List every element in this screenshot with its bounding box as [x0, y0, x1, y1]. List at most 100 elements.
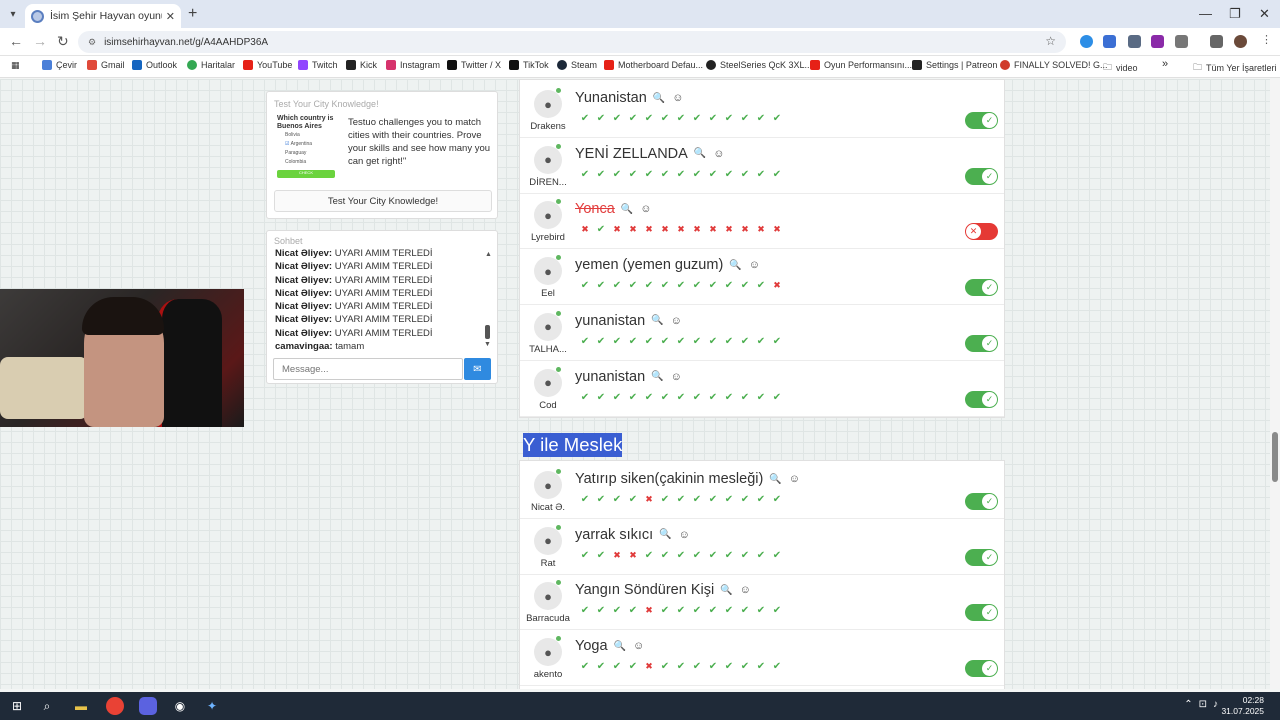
- bookmark-gmail[interactable]: Gmail: [87, 60, 125, 70]
- bookmark-kick[interactable]: Kick: [346, 60, 377, 70]
- vote-check-icon[interactable]: ✔: [737, 336, 753, 347]
- browser-tab[interactable]: İsim Şehir Hayvan oyununa katıl ✕: [25, 4, 181, 28]
- vote-check-icon[interactable]: ✔: [753, 494, 769, 505]
- vote-check-icon[interactable]: ✔: [769, 605, 785, 616]
- vote-check-icon[interactable]: ✔: [689, 392, 705, 403]
- emoji-icon[interactable]: ☺: [671, 371, 682, 383]
- page-scrollbar[interactable]: [1270, 79, 1280, 689]
- bookmark-outlook[interactable]: Outlook: [132, 60, 177, 70]
- bookmark-patreon[interactable]: Settings | Patreon: [912, 60, 997, 70]
- vote-check-icon[interactable]: ✔: [609, 661, 625, 672]
- vote-check-icon[interactable]: ✔: [641, 550, 657, 561]
- vote-check-icon[interactable]: ✔: [705, 336, 721, 347]
- validity-toggle[interactable]: [965, 223, 998, 241]
- bookmark-motherboard[interactable]: Motherboard Defau...: [604, 60, 703, 70]
- vote-check-icon[interactable]: ✔: [657, 392, 673, 403]
- bookmark-twitter[interactable]: Twitter / X: [447, 60, 501, 70]
- minimize-icon[interactable]: —: [1199, 6, 1212, 21]
- vote-check-icon[interactable]: ✔: [737, 661, 753, 672]
- vote-check-icon[interactable]: ✔: [673, 336, 689, 347]
- vote-check-icon[interactable]: ✔: [625, 113, 641, 124]
- search-icon[interactable]: 🔍: [729, 260, 741, 271]
- vote-check-icon[interactable]: ✔: [737, 280, 753, 291]
- scroll-up-icon[interactable]: ▲: [485, 251, 492, 258]
- vote-check-icon[interactable]: ✔: [609, 336, 625, 347]
- vote-x-icon[interactable]: ✖: [625, 224, 641, 235]
- validity-toggle[interactable]: [965, 604, 998, 622]
- vote-check-icon[interactable]: ✔: [753, 550, 769, 561]
- vote-x-icon[interactable]: ✖: [641, 661, 657, 672]
- bookmark-oyun[interactable]: Oyun Performansını...: [810, 60, 912, 70]
- obs-icon[interactable]: ◉: [171, 697, 189, 715]
- vote-check-icon[interactable]: ✔: [625, 280, 641, 291]
- vote-check-icon[interactable]: ✔: [753, 169, 769, 180]
- vote-check-icon[interactable]: ✔: [593, 280, 609, 291]
- validity-toggle[interactable]: [965, 390, 998, 408]
- vote-check-icon[interactable]: ✔: [769, 336, 785, 347]
- reading-list-icon[interactable]: [1210, 35, 1223, 48]
- vote-check-icon[interactable]: ✔: [577, 550, 593, 561]
- vote-check-icon[interactable]: ✔: [593, 550, 609, 561]
- vote-check-icon[interactable]: ✔: [721, 113, 737, 124]
- vote-x-icon[interactable]: ✖: [769, 280, 785, 291]
- bookmark-star-icon[interactable]: ☆: [1045, 34, 1056, 48]
- vote-check-icon[interactable]: ✔: [625, 661, 641, 672]
- vote-check-icon[interactable]: ✔: [673, 280, 689, 291]
- vote-check-icon[interactable]: ✔: [721, 169, 737, 180]
- search-icon[interactable]: 🔍: [694, 148, 706, 159]
- vote-check-icon[interactable]: ✔: [737, 605, 753, 616]
- vote-check-icon[interactable]: ✔: [721, 336, 737, 347]
- vote-check-icon[interactable]: ✔: [593, 336, 609, 347]
- vote-x-icon[interactable]: ✖: [705, 224, 721, 235]
- vote-check-icon[interactable]: ✔: [609, 392, 625, 403]
- emoji-icon[interactable]: ☺: [713, 148, 724, 160]
- vote-check-icon[interactable]: ✔: [593, 392, 609, 403]
- vote-check-icon[interactable]: ✔: [721, 392, 737, 403]
- vote-check-icon[interactable]: ✔: [641, 113, 657, 124]
- extensions-puzzle-icon[interactable]: [1175, 35, 1188, 48]
- vote-check-icon[interactable]: ✔: [753, 661, 769, 672]
- search-icon[interactable]: 🔍: [653, 93, 665, 104]
- tab-search-chevron-icon[interactable]: ▾: [5, 6, 21, 22]
- chrome-icon[interactable]: [106, 697, 124, 715]
- close-window-icon[interactable]: ✕: [1259, 6, 1270, 22]
- vote-check-icon[interactable]: ✔: [609, 113, 625, 124]
- vote-x-icon[interactable]: ✖: [641, 605, 657, 616]
- vote-check-icon[interactable]: ✔: [593, 494, 609, 505]
- vote-check-icon[interactable]: ✔: [705, 280, 721, 291]
- validity-toggle[interactable]: [965, 167, 998, 185]
- bookmark-youtube[interactable]: YouTube: [243, 60, 292, 70]
- vote-check-icon[interactable]: ✔: [721, 550, 737, 561]
- windows-start-icon[interactable]: ⊞: [8, 697, 26, 715]
- browser-menu-icon[interactable]: ⋮: [1261, 33, 1272, 46]
- vote-check-icon[interactable]: ✔: [641, 169, 657, 180]
- vote-check-icon[interactable]: ✔: [641, 336, 657, 347]
- vote-x-icon[interactable]: ✖: [737, 224, 753, 235]
- vote-check-icon[interactable]: ✔: [577, 169, 593, 180]
- vote-check-icon[interactable]: ✔: [769, 661, 785, 672]
- vote-x-icon[interactable]: ✖: [625, 550, 641, 561]
- vote-check-icon[interactable]: ✔: [721, 280, 737, 291]
- vote-check-icon[interactable]: ✔: [625, 336, 641, 347]
- bookmark-twitch[interactable]: Twitch: [298, 60, 338, 70]
- file-explorer-icon[interactable]: ▬: [72, 697, 90, 715]
- search-icon[interactable]: 🔍: [614, 641, 626, 652]
- all-bookmarks[interactable]: 🗀 Tüm Yer İşaretleri: [1193, 60, 1277, 76]
- vote-check-icon[interactable]: ✔: [577, 494, 593, 505]
- vote-x-icon[interactable]: ✖: [577, 224, 593, 235]
- vote-check-icon[interactable]: ✔: [689, 661, 705, 672]
- scroll-down-icon[interactable]: ▼: [484, 341, 491, 348]
- chat-scroll-thumb[interactable]: [485, 325, 490, 339]
- vote-check-icon[interactable]: ✔: [769, 550, 785, 561]
- discord-icon[interactable]: [139, 697, 157, 715]
- vote-check-icon[interactable]: ✔: [657, 605, 673, 616]
- vote-check-icon[interactable]: ✔: [673, 661, 689, 672]
- emoji-icon[interactable]: ☺: [749, 259, 760, 271]
- search-icon[interactable]: 🔍: [651, 315, 663, 326]
- vote-check-icon[interactable]: ✔: [673, 550, 689, 561]
- vote-check-icon[interactable]: ✔: [753, 113, 769, 124]
- search-icon[interactable]: 🔍: [651, 371, 663, 382]
- restore-icon[interactable]: ❐: [1229, 6, 1241, 22]
- vote-check-icon[interactable]: ✔: [625, 169, 641, 180]
- bookmarks-more-button[interactable]: »: [1162, 58, 1168, 70]
